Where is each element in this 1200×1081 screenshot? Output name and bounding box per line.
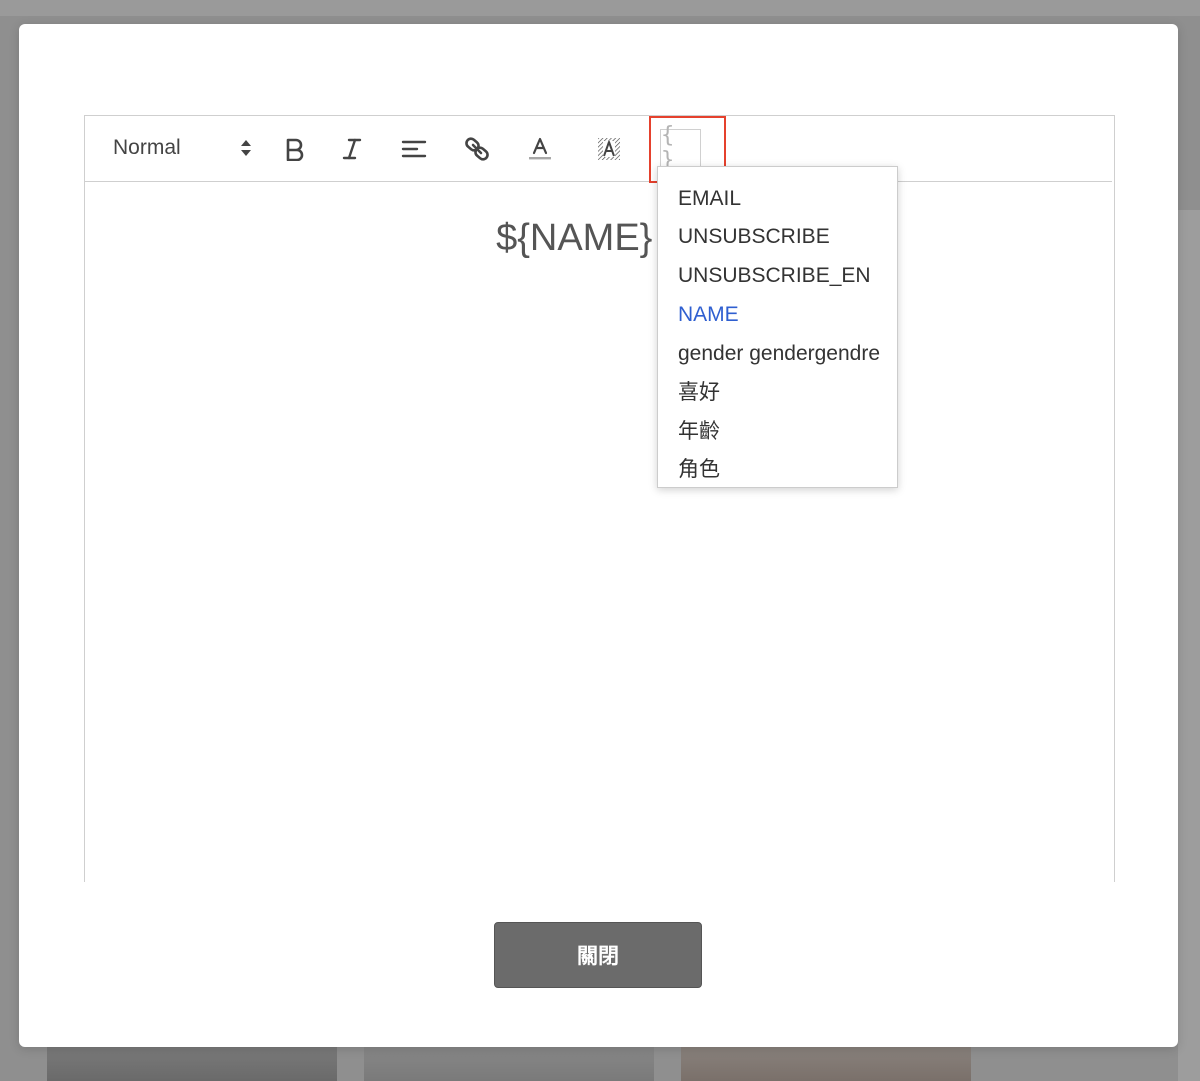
rich-text-editor: Normal {} ${NAME} 你 xyxy=(84,115,1115,882)
dropdown-item-gender[interactable]: gender gendergendre xyxy=(678,339,880,369)
background-color-icon xyxy=(598,138,620,160)
bold-icon xyxy=(286,138,304,161)
text-color-button[interactable] xyxy=(522,132,558,166)
background-color-button[interactable] xyxy=(591,132,627,166)
align-button[interactable] xyxy=(396,132,432,166)
dropdown-item-email[interactable]: EMAIL xyxy=(678,184,741,214)
italic-button[interactable] xyxy=(334,132,370,166)
preview-modal: Normal {} ${NAME} 你 EMAIL UNSUBSCRIBE U… xyxy=(19,24,1178,1047)
background-page-header xyxy=(0,0,1200,16)
editor-content-area[interactable]: ${NAME} 你 xyxy=(85,182,1112,882)
dropdown-item-role[interactable]: 角色 xyxy=(678,455,720,485)
variable-dropdown-menu: EMAIL UNSUBSCRIBE UNSUBSCRIBE_EN NAME ge… xyxy=(657,166,898,488)
insert-variable-button[interactable]: { } xyxy=(660,123,701,173)
italic-icon xyxy=(342,138,362,160)
link-icon xyxy=(465,137,489,161)
link-button[interactable] xyxy=(459,132,495,166)
text-color-icon xyxy=(529,137,551,160)
select-arrows-icon xyxy=(239,136,253,160)
background-page-edge xyxy=(1178,210,1200,1081)
align-left-icon xyxy=(401,140,427,158)
dropdown-item-age[interactable]: 年齡 xyxy=(678,417,720,447)
header-format-select[interactable]: Normal xyxy=(113,134,253,162)
header-format-value: Normal xyxy=(113,136,181,159)
editor-content-text: ${NAME} 你 xyxy=(496,217,701,259)
bold-button[interactable] xyxy=(277,132,313,166)
editor-toolbar: Normal {} xyxy=(85,116,1112,183)
dropdown-item-preference[interactable]: 喜好 xyxy=(678,378,720,408)
close-button[interactable]: 關閉 xyxy=(494,922,702,988)
dropdown-item-unsubscribe[interactable]: UNSUBSCRIBE xyxy=(678,222,830,252)
dropdown-item-unsubscribe-en[interactable]: UNSUBSCRIBE_EN xyxy=(678,261,871,291)
dropdown-item-name[interactable]: NAME xyxy=(678,300,739,330)
